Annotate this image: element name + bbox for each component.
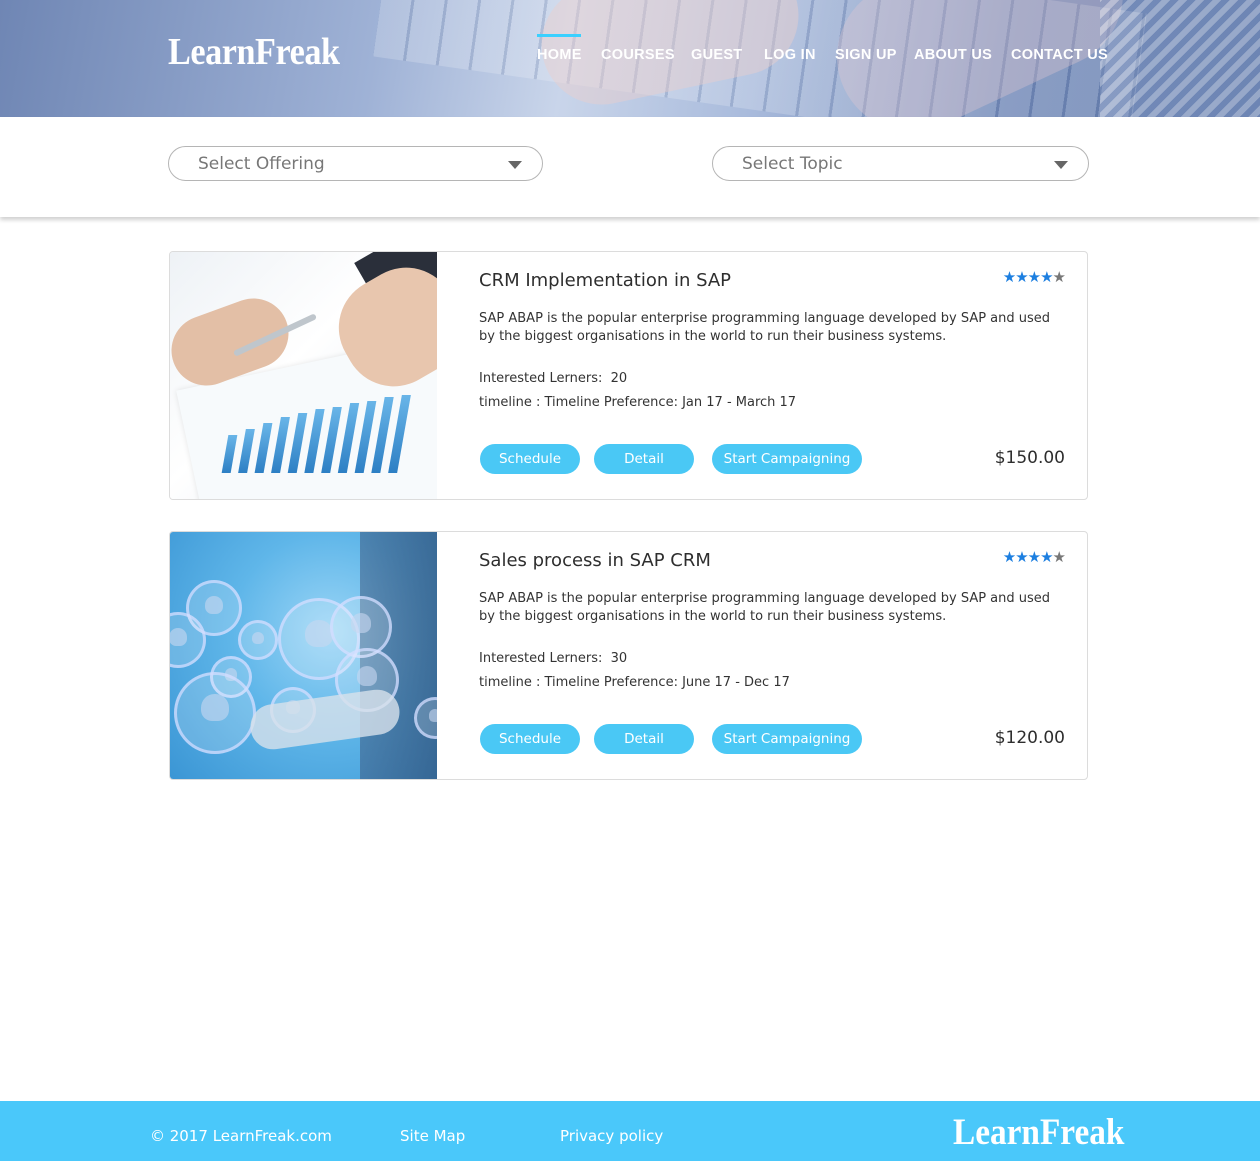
sitemap-link[interactable]: Site Map bbox=[400, 1127, 465, 1145]
interested-learners: Interested Lerners: 30 bbox=[479, 651, 627, 666]
detail-button[interactable]: Detail bbox=[594, 444, 694, 474]
people-network-icon bbox=[174, 672, 256, 754]
course-description: SAP ABAP is the popular enterprise progr… bbox=[479, 591, 1051, 624]
topic-select[interactable]: Select Topic bbox=[712, 146, 1089, 181]
course-card: Sales process in SAP CRM ★★★★★ SAP ABAP … bbox=[169, 531, 1088, 780]
nav-item-courses[interactable]: COURSES bbox=[601, 47, 675, 63]
course-price: $150.00 bbox=[994, 448, 1065, 468]
schedule-button[interactable]: Schedule bbox=[480, 724, 580, 754]
timeline-value: Jan 17 - March 17 bbox=[682, 395, 797, 410]
timeline-label: timeline : Timeline Preference: bbox=[479, 675, 678, 690]
star-filled-icon: ★★★★ bbox=[1002, 268, 1054, 286]
start-campaigning-button[interactable]: Start Campaigning bbox=[712, 724, 862, 754]
course-title[interactable]: CRM Implementation in SAP bbox=[479, 270, 731, 291]
course-timeline: timeline : Timeline Preference: June 17 … bbox=[479, 675, 790, 690]
rating-stars: ★★★★★ bbox=[1002, 268, 1066, 286]
topic-select-value: Select Topic bbox=[742, 154, 843, 174]
course-thumbnail[interactable] bbox=[170, 252, 437, 499]
sleeve-image bbox=[1100, 0, 1260, 117]
start-campaigning-button[interactable]: Start Campaigning bbox=[712, 444, 862, 474]
nav-item-contact[interactable]: CONTACT US bbox=[1011, 47, 1108, 63]
learners-count: 30 bbox=[610, 651, 628, 666]
course-card: CRM Implementation in SAP ★★★★★ SAP ABAP… bbox=[169, 251, 1088, 500]
nav-item-signup[interactable]: SIGN UP bbox=[835, 47, 897, 63]
star-filled-icon: ★★★★ bbox=[1002, 548, 1054, 566]
timeline-value: June 17 - Dec 17 bbox=[682, 675, 790, 690]
copyright-text: © 2017 LearnFreak.com bbox=[150, 1127, 332, 1145]
star-empty-icon: ★ bbox=[1052, 548, 1066, 566]
schedule-button[interactable]: Schedule bbox=[480, 444, 580, 474]
filter-bar: Select Offering Select Topic bbox=[0, 117, 1260, 217]
offering-select-value: Select Offering bbox=[198, 154, 325, 174]
timeline-label: timeline : Timeline Preference: bbox=[479, 395, 678, 410]
footer-logo[interactable]: LearnFreak bbox=[953, 1111, 1124, 1154]
course-thumbnail[interactable] bbox=[170, 532, 437, 779]
brand-logo[interactable]: LearnFreak bbox=[168, 30, 340, 74]
course-price: $120.00 bbox=[994, 728, 1065, 748]
nav-active-indicator bbox=[537, 34, 581, 37]
nav-item-home[interactable]: HOME bbox=[537, 47, 582, 63]
nav-item-guest[interactable]: GUEST bbox=[691, 47, 742, 63]
people-network-icon bbox=[238, 620, 278, 660]
interested-learners: Interested Lerners: 20 bbox=[479, 371, 627, 386]
learners-label: Interested Lerners: bbox=[479, 371, 603, 386]
course-description: SAP ABAP is the popular enterprise progr… bbox=[479, 311, 1051, 344]
privacy-policy-link[interactable]: Privacy policy bbox=[560, 1127, 663, 1145]
detail-button[interactable]: Detail bbox=[594, 724, 694, 754]
course-title[interactable]: Sales process in SAP CRM bbox=[479, 550, 711, 571]
offering-select[interactable]: Select Offering bbox=[168, 146, 543, 181]
learners-count: 20 bbox=[610, 371, 628, 386]
learners-label: Interested Lerners: bbox=[479, 651, 603, 666]
chevron-down-icon bbox=[508, 161, 522, 169]
rating-stars: ★★★★★ bbox=[1002, 548, 1066, 566]
course-timeline: timeline : Timeline Preference: Jan 17 -… bbox=[479, 395, 796, 410]
star-empty-icon: ★ bbox=[1052, 268, 1066, 286]
header-banner: LearnFreak HOME COURSES GUEST LOG IN SIG… bbox=[0, 0, 1260, 117]
chevron-down-icon bbox=[1054, 161, 1068, 169]
nav-item-about[interactable]: ABOUT US bbox=[914, 47, 992, 63]
nav-item-login[interactable]: LOG IN bbox=[764, 47, 816, 63]
footer: © 2017 LearnFreak.com Site Map Privacy p… bbox=[0, 1101, 1260, 1161]
